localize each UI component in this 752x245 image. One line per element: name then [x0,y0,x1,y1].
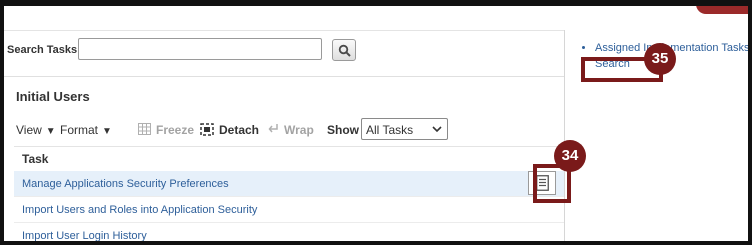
task-link[interactable]: Import Users and Roles into Application … [22,204,257,216]
section-title: Initial Users [16,89,90,104]
view-menu[interactable]: View ▼ [16,123,56,137]
search-tasks-label: Search Tasks [7,44,78,56]
section-divider [4,76,564,77]
wrap-icon [268,124,278,133]
show-label: Show [327,123,359,137]
caret-down-icon: ▼ [102,126,112,137]
callout-34-badge: 34 [554,140,586,172]
view-menu-label: View [16,123,42,137]
tasks-pane: Search Tasks Initial Users View ▼ Format ▼ [4,6,564,241]
detach-button[interactable]: Detach [200,123,259,137]
search-icon [338,44,351,57]
freeze-icon [138,123,151,135]
table-row[interactable]: Import Users and Roles into Application … [14,197,564,223]
show-filter-value: All Tasks [366,123,414,137]
wrap-button[interactable]: Wrap [268,123,314,137]
detach-icon [200,123,214,136]
task-link[interactable]: Manage Applications Security Preferences [22,178,229,190]
header-accent [696,6,748,14]
task-column-header: Task [22,152,49,166]
wrap-label: Wrap [284,123,314,137]
table-row[interactable]: Import User Login History [14,223,564,241]
table-toolbar: View ▼ Format ▼ Freeze Detach Wrap Show … [16,118,556,142]
show-filter-select[interactable]: All Tasks [361,118,448,140]
freeze-label: Freeze [156,123,195,137]
chevron-down-icon [432,126,442,133]
search-tasks-button[interactable] [332,39,356,61]
detach-label: Detach [219,123,260,137]
callout-35-badge: 35 [644,43,676,75]
search-tasks-row: Search Tasks [7,38,367,64]
table-row[interactable]: Manage Applications Security Preferences [14,171,564,197]
caret-down-icon: ▼ [45,126,56,137]
task-link[interactable]: Import User Login History [22,230,147,241]
search-tasks-input[interactable] [78,38,322,60]
table-header: Task [14,146,564,172]
format-menu-label: Format [60,123,99,137]
format-menu[interactable]: Format ▼ [60,123,112,137]
screenshot-frame: Search Tasks Initial Users View ▼ Format ▼ [0,0,752,245]
freeze-button[interactable]: Freeze [138,123,194,137]
